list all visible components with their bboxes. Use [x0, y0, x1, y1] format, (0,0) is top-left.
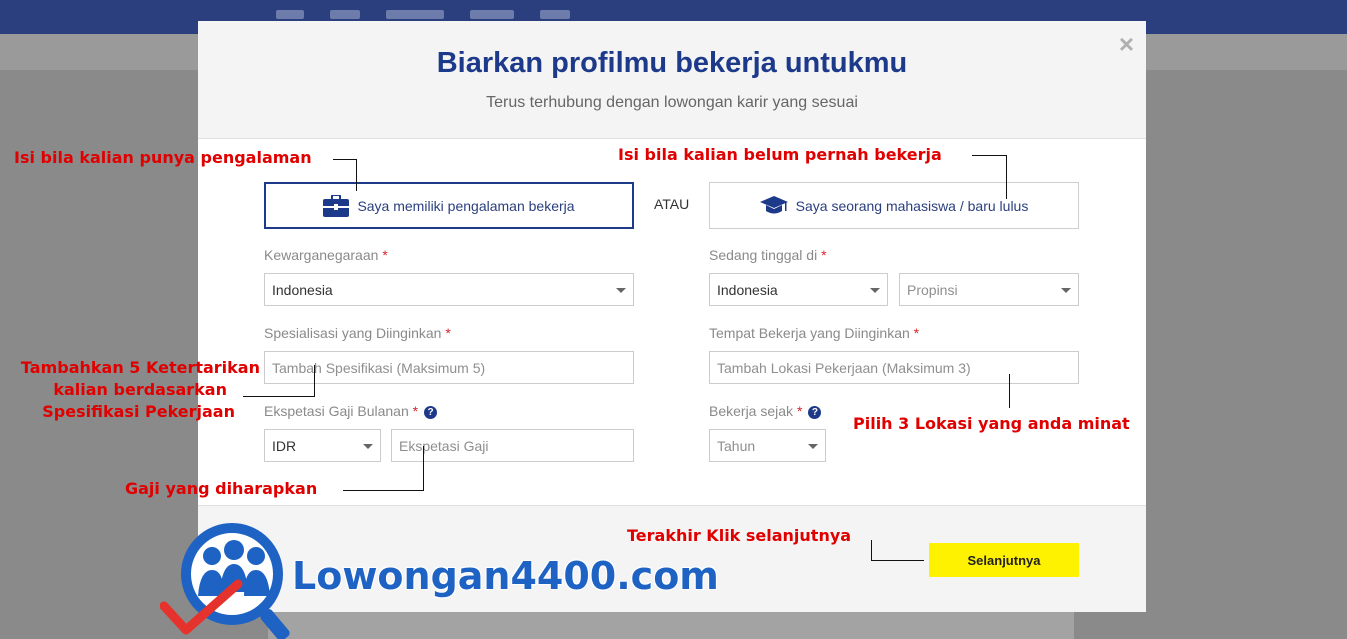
annotation-interests-line1: Tambahkan 5 Ketertarikan — [20, 358, 260, 377]
chevron-down-icon — [616, 288, 626, 293]
required-mark: * — [412, 403, 419, 419]
required-mark: * — [445, 325, 451, 341]
close-button[interactable]: × — [1119, 29, 1134, 60]
briefcase-icon — [323, 194, 350, 217]
specialization-input[interactable]: Tambah Spesifikasi (Maksimum 5) — [264, 351, 634, 384]
specialization-label: Spesialisasi yang Diinginkan * — [264, 325, 451, 341]
residence-country-value: Indonesia — [717, 281, 778, 298]
work-since-label: Bekerja sejak *? — [709, 403, 822, 419]
required-mark: * — [796, 403, 803, 419]
work-since-label-text: Bekerja sejak — [709, 403, 794, 419]
experienced-option-label: Saya memiliki pengalaman bekerja — [357, 197, 575, 214]
work-since-placeholder: Tahun — [717, 437, 756, 454]
student-option-button[interactable]: Saya seorang mahasiswa / baru lulus — [709, 182, 1079, 229]
salary-label: Ekspetasi Gaji Bulanan *? — [264, 403, 438, 419]
work-location-label: Tempat Bekerja yang Diinginkan * — [709, 325, 919, 341]
annotation-line — [1009, 374, 1010, 408]
salary-currency-value: IDR — [272, 437, 297, 454]
chevron-down-icon — [870, 288, 880, 293]
annotation-line — [1006, 155, 1007, 199]
annotation-line — [972, 155, 1006, 156]
experienced-option-button[interactable]: Saya memiliki pengalaman bekerja — [264, 182, 634, 229]
watermark-text: Lowongan4400.com — [292, 554, 719, 598]
annotation-line — [333, 159, 357, 160]
specialization-label-text: Spesialisasi yang Diinginkan — [264, 325, 442, 341]
help-circle-icon[interactable]: ? — [808, 406, 822, 419]
salary-currency-select[interactable]: IDR — [264, 429, 381, 462]
residence-label-text: Sedang tinggal di — [709, 247, 818, 263]
residence-country-select[interactable]: Indonesia — [709, 273, 888, 306]
annotation-no-experience: Isi bila kalian belum pernah bekerja — [618, 145, 942, 164]
annotation-line — [871, 560, 924, 561]
specialization-placeholder: Tambah Spesifikasi (Maksimum 5) — [272, 359, 486, 376]
background-nav-links — [276, 10, 570, 19]
salary-placeholder: Ekspetasi Gaji — [399, 437, 489, 454]
required-mark: * — [913, 325, 920, 341]
watermark-logo: Lowongan4400.com — [160, 518, 720, 639]
salary-input[interactable]: Ekspetasi Gaji — [391, 429, 634, 462]
residence-province-placeholder: Propinsi — [907, 281, 958, 298]
annotation-interests-line3: Spesifikasi Pekerjaan — [42, 402, 235, 421]
annotation-interests: Tambahkan 5 Ketertarikan kalian berdasar… — [10, 357, 260, 423]
nationality-value: Indonesia — [272, 281, 333, 298]
chevron-down-icon — [808, 444, 818, 449]
work-since-select[interactable]: Tahun — [709, 429, 826, 462]
student-option-label: Saya seorang mahasiswa / baru lulus — [795, 197, 1029, 214]
option-separator: ATAU — [654, 196, 690, 212]
work-location-input[interactable]: Tambah Lokasi Pekerjaan (Maksimum 3) — [709, 351, 1079, 384]
annotation-line — [314, 365, 315, 397]
annotation-line — [343, 490, 423, 491]
chevron-down-icon — [363, 444, 373, 449]
help-circle-icon[interactable]: ? — [424, 406, 438, 419]
annotation-interests-line2: kalian berdasarkan — [53, 380, 227, 399]
annotation-line — [871, 540, 872, 561]
annotation-line — [356, 159, 357, 191]
chevron-down-icon — [1061, 288, 1071, 293]
nationality-label-text: Kewarganegaraan — [264, 247, 379, 263]
work-location-placeholder: Tambah Lokasi Pekerjaan (Maksimum 3) — [717, 359, 971, 376]
annotation-line — [423, 446, 424, 491]
work-location-label-text: Tempat Bekerja yang Diinginkan — [709, 325, 910, 341]
modal-subtitle: Terus terhubung dengan lowongan karir ya… — [486, 94, 858, 111]
annotation-line — [243, 396, 314, 397]
required-mark: * — [382, 247, 388, 263]
residence-label: Sedang tinggal di * — [709, 247, 827, 263]
nationality-select[interactable]: Indonesia — [264, 273, 634, 306]
magnifier-people-icon — [160, 523, 290, 639]
salary-label-text: Ekspetasi Gaji Bulanan — [264, 403, 409, 419]
modal-title: Biarkan profilmu bekerja untukmu — [436, 47, 908, 79]
next-button[interactable]: Selanjutnya — [929, 543, 1079, 577]
annotation-experience: Isi bila kalian punya pengalaman — [14, 148, 312, 167]
annotation-salary: Gaji yang diharapkan — [125, 479, 318, 498]
graduation-cap-icon — [759, 195, 788, 213]
required-mark: * — [821, 247, 827, 263]
nationality-label: Kewarganegaraan * — [264, 247, 388, 263]
modal-header: Biarkan profilmu bekerja untukmu Terus t… — [198, 21, 1146, 139]
residence-province-select[interactable]: Propinsi — [899, 273, 1079, 306]
annotation-locations: Pilih 3 Lokasi yang anda minat — [853, 414, 1130, 433]
